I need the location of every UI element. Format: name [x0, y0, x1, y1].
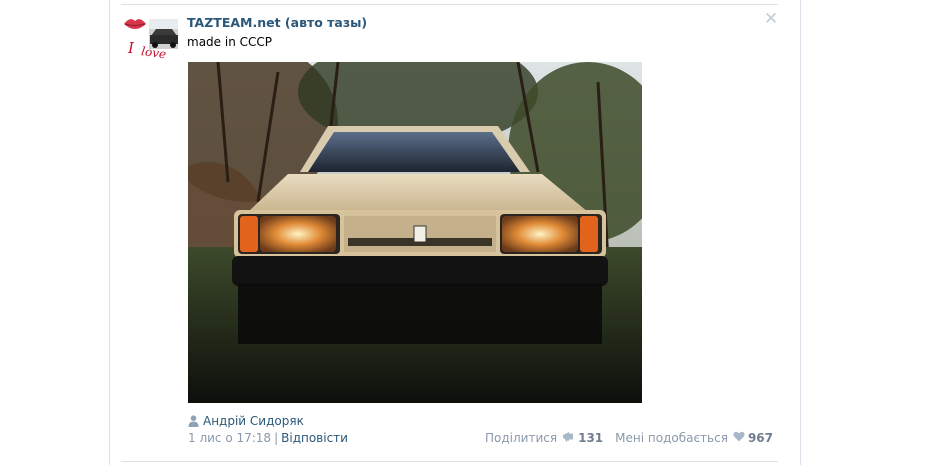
post-text: made in СССР	[187, 35, 272, 49]
community-avatar[interactable]: I love	[122, 14, 178, 62]
post-author-link[interactable]: TAZTEAM.net (авто тазы)	[187, 15, 367, 30]
like-button[interactable]: Мені подобається 967	[615, 431, 773, 445]
post-actions: Поділитися 131 Мені подобається 967	[485, 431, 773, 445]
post-photo[interactable]	[188, 62, 642, 403]
megaphone-icon	[562, 431, 575, 445]
avatar-i: I	[127, 39, 135, 57]
heart-icon	[733, 431, 745, 445]
share-label: Поділитися	[485, 431, 558, 445]
post-date-link[interactable]: 1 лис о 17:18	[188, 431, 271, 445]
like-count: 967	[747, 431, 773, 445]
photo-author: Андрій Сидоряк	[188, 413, 304, 429]
photo-author-link[interactable]: Андрій Сидоряк	[203, 414, 304, 428]
user-icon	[188, 415, 199, 427]
meta-separator: |	[274, 431, 279, 445]
like-label: Мені подобається	[615, 431, 728, 445]
news-feed-column: I love TAZTEAM.net (авто тазы) made in С…	[109, 0, 801, 465]
share-count: 131	[578, 431, 604, 445]
reply-link[interactable]: Відповісти	[281, 431, 348, 445]
post-meta: 1 лис о 17:18 | Відповісти	[188, 431, 348, 445]
share-button[interactable]: Поділитися 131	[485, 431, 603, 445]
bottom-divider	[121, 461, 778, 462]
top-divider	[121, 4, 778, 5]
close-icon[interactable]: ✕	[763, 11, 779, 28]
